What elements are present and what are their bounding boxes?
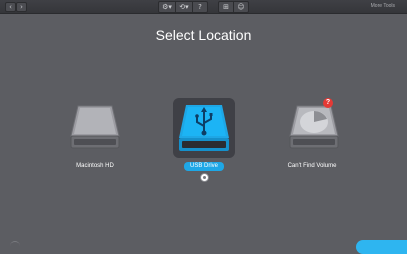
page-title: Select Location — [155, 27, 252, 43]
selected-radio-indicator[interactable] — [200, 173, 209, 182]
next-button[interactable] — [356, 240, 407, 254]
unknown-volume-icon — [289, 105, 339, 149]
drive-macintosh-hd[interactable] — [64, 98, 126, 158]
toolbar-tools-group: ⚙▾ ⟲▾ ? — [158, 1, 208, 13]
toolbar-view-group: ⊞ ☺ — [218, 1, 249, 13]
drive-label-usb: USB Drive — [184, 162, 224, 171]
help-button[interactable]: ? — [193, 2, 207, 12]
drive-usb[interactable] — [173, 98, 235, 158]
toolbar: ‹ › ⚙▾ ⟲▾ ? ⊞ ☺ More Tools — [0, 0, 407, 14]
drive-label-cant-find-volume: Can't Find Volume — [287, 163, 337, 169]
more-tools-link[interactable]: More Tools — [371, 2, 395, 11]
hard-drive-icon — [70, 105, 120, 149]
history-menu-button[interactable]: ⟲▾ — [176, 2, 193, 12]
missing-badge-text: ? — [325, 99, 331, 106]
forward-button[interactable]: › — [16, 2, 27, 12]
usb-drive-icon — [179, 105, 229, 151]
drive-cant-find-volume[interactable]: ? — [283, 98, 345, 158]
back-button[interactable]: ‹ — [5, 2, 16, 12]
settings-menu-button[interactable]: ⚙▾ — [159, 2, 176, 12]
account-icon[interactable]: ☺ — [234, 2, 248, 12]
cart-icon[interactable]: ⊞ — [219, 2, 234, 12]
drive-label-macintosh-hd: Macintosh HD — [76, 163, 114, 169]
